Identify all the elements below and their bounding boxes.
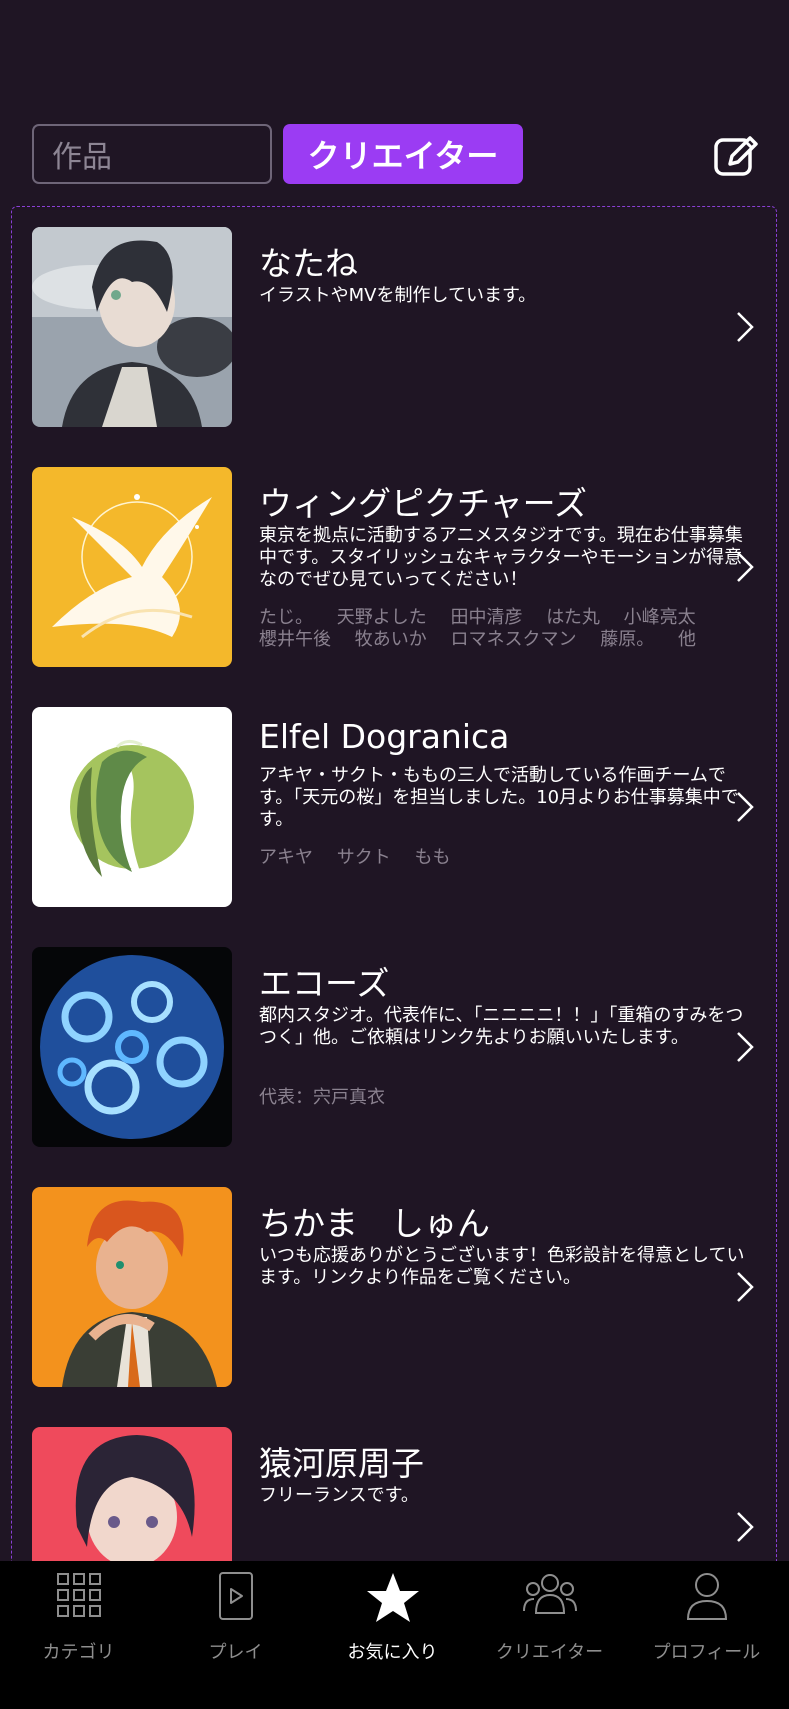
- member-list: アキヤ サクト もも: [259, 847, 739, 869]
- nav-item-play[interactable]: プレイ: [157, 1561, 314, 1681]
- chevron-right-icon: [737, 1512, 754, 1542]
- nav-label: プロフィール: [652, 1642, 761, 1663]
- creator-name: 猿河原周子: [259, 1444, 424, 1483]
- tab-works-label: 作品: [52, 140, 112, 175]
- creator-description: いつも応援ありがとうございます！色彩設計を得意としています。リンクより作品をご覧…: [259, 1245, 745, 1288]
- member-name: 田中清彦: [450, 607, 523, 628]
- member-name: たじ。: [259, 607, 313, 628]
- nav-label: カテゴリ: [42, 1642, 115, 1663]
- chevron-right-icon: [737, 792, 754, 822]
- creator-name: Elfel Dogranica: [259, 717, 510, 756]
- member-list: 代表：宍戸真衣: [259, 1087, 739, 1109]
- bottom-nav: カテゴリ プレイ お気に入り クリエイター プロフィール: [0, 1561, 789, 1709]
- nav-item-favorites[interactable]: お気に入り: [314, 1561, 471, 1681]
- member-name: 櫻井午後: [259, 629, 331, 650]
- nav-label: クリエイター: [495, 1642, 604, 1663]
- member-name: アキヤ: [259, 847, 313, 868]
- list-item[interactable]: 猿河原周子 フリーランスです。: [32, 1427, 762, 1566]
- member-list: たじ。 天野よした 田中清彦 はた丸 小峰亮太 櫻井午後 牧あいか ロマネスクマ…: [259, 607, 739, 651]
- list-item[interactable]: ウィングピクチャーズ 東京を拠点に活動するアニメスタジオです。現在お仕事募集中で…: [32, 467, 762, 667]
- chevron-right-icon: [737, 312, 754, 342]
- member-name: 他: [677, 629, 696, 650]
- star-icon: [366, 1573, 419, 1622]
- creator-description: 東京を拠点に活動するアニメスタジオです。現在お仕事募集中です。スタイリッシュなキ…: [259, 525, 743, 590]
- tab-works[interactable]: 作品: [32, 124, 272, 184]
- nav-item-category[interactable]: カテゴリ: [0, 1561, 157, 1681]
- nav-label: プレイ: [208, 1642, 263, 1663]
- grid-icon: [56, 1573, 101, 1617]
- nav-item-profile[interactable]: プロフィール: [628, 1561, 785, 1681]
- member-name: 天野よした: [336, 607, 427, 628]
- tab-creators[interactable]: クリエイター: [283, 124, 523, 184]
- member-name: ロマネスクマン: [450, 629, 577, 650]
- play-icon: [218, 1572, 253, 1620]
- chevron-right-icon: [737, 552, 754, 582]
- creator-description: アキヤ・サクト・ももの三人で活動している作画チームです。「天元の桜」を担当しまし…: [259, 765, 739, 830]
- creator-avatar: [32, 947, 232, 1147]
- member-name: 藤原。: [600, 629, 655, 650]
- chevron-right-icon: [737, 1032, 754, 1062]
- creator-description: イラストやMVを制作しています。: [259, 285, 537, 306]
- person-icon: [686, 1573, 727, 1620]
- header: 作品 クリエイター: [0, 0, 789, 210]
- nav-item-creators[interactable]: クリエイター: [471, 1561, 628, 1681]
- creator-list[interactable]: なたね イラストやMVを制作しています。 ウィングピクチャーズ 東京を拠点に活動…: [11, 206, 777, 1566]
- edit-icon: [714, 136, 758, 176]
- creator-avatar: [32, 467, 232, 667]
- creator-name: なたね: [259, 244, 358, 283]
- people-icon: [522, 1574, 577, 1614]
- list-item[interactable]: エコーズ 都内スタジオ。代表作に、「ニニニニ！！」「重箱のすみをつつく」他。ご依…: [32, 947, 762, 1147]
- creator-name: ちかま しゅん: [259, 1204, 490, 1243]
- member-name: サクト: [336, 847, 391, 868]
- creator-avatar: [32, 227, 232, 427]
- creator-description: フリーランスです。: [259, 1485, 419, 1506]
- member-name: もも: [414, 847, 451, 868]
- list-item[interactable]: Elfel Dogranica アキヤ・サクト・ももの三人で活動している作画チー…: [32, 707, 762, 907]
- edit-button[interactable]: [712, 132, 760, 180]
- list-item[interactable]: なたね イラストやMVを制作しています。: [32, 227, 762, 427]
- member-name: はた丸: [546, 607, 600, 628]
- creator-description: 都内スタジオ。代表作に、「ニニニニ！！」「重箱のすみをつつく」他。ご依頼はリンク…: [259, 1005, 744, 1048]
- chevron-right-icon: [737, 1272, 754, 1302]
- creator-avatar: [32, 707, 232, 907]
- creator-avatar: [32, 1427, 232, 1566]
- member-name: 小峰亮太: [623, 607, 696, 628]
- member-name: 代表：宍戸真衣: [259, 1087, 385, 1108]
- tab-creators-label: クリエイター: [307, 137, 499, 175]
- creator-name: ウィングピクチャーズ: [259, 484, 588, 523]
- member-name: 牧あいか: [354, 629, 427, 650]
- list-item[interactable]: ちかま しゅん いつも応援ありがとうございます！色彩設計を得意としています。リン…: [32, 1187, 762, 1387]
- nav-label: お気に入り: [347, 1642, 438, 1663]
- creator-name: エコーズ: [259, 964, 390, 1003]
- creator-avatar: [32, 1187, 232, 1387]
